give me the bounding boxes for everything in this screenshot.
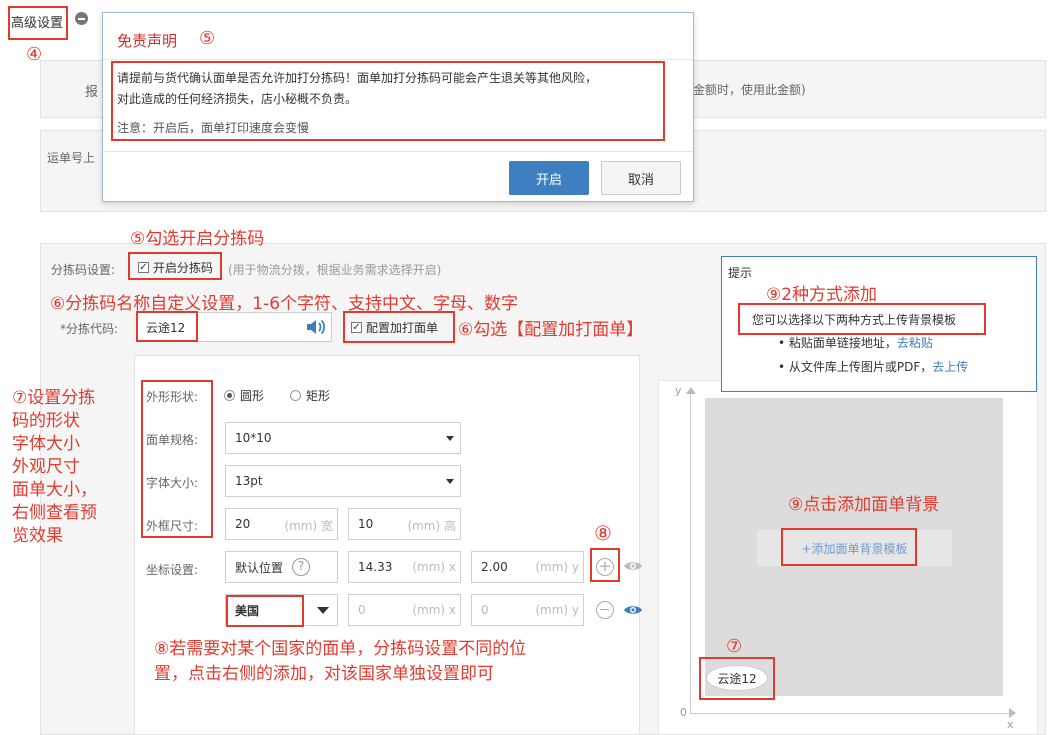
- shape-rect-label: 矩形: [306, 389, 331, 403]
- bullet: •: [778, 360, 789, 374]
- country-x-unit: (mm) x: [412, 603, 456, 617]
- annot-line: 览效果: [12, 526, 63, 546]
- size-select[interactable]: 10*10: [225, 422, 461, 454]
- chevron-down-icon: [446, 479, 454, 484]
- coord-y-unit: (mm) y: [535, 560, 579, 574]
- annot-a7-left: ⑦设置分拣 码的形状 字体大小 外观尺寸 面单大小， 右侧查看预 览效果: [12, 387, 97, 548]
- x-axis-arrow: [1009, 708, 1016, 718]
- coord-label: 坐标设置:: [146, 563, 199, 577]
- enable-button[interactable]: 开启: [509, 161, 589, 195]
- font-select[interactable]: 13pt: [225, 465, 461, 497]
- tip-item2-text: 从文件库上传图片或PDF，: [788, 360, 933, 374]
- annot-box-code: [136, 311, 198, 342]
- frame-width-unit: (mm) 宽: [284, 519, 333, 533]
- dialog-footer-divider: [103, 151, 693, 152]
- question-circle-icon[interactable]: ?: [292, 558, 310, 576]
- annot-line: 码的形状: [12, 411, 80, 431]
- annot-line: ⑦设置分拣: [12, 388, 96, 408]
- dialog-title: 免责声明: [117, 32, 178, 50]
- country-x-value: 0: [358, 603, 366, 617]
- preview-origin-label: 0: [680, 706, 687, 719]
- country-y-input[interactable]: 0 (mm) y: [471, 594, 584, 626]
- preview-y-label: y: [675, 384, 682, 397]
- annot-a9-methods: ⑨2种方式添加: [766, 285, 878, 305]
- coord-x-input[interactable]: 14.33 (mm) x: [348, 551, 461, 583]
- shape-option-rect[interactable]: 矩形: [290, 387, 330, 404]
- shape-option-circle[interactable]: 圆形: [224, 387, 264, 404]
- annot-a7-preview: ⑦: [726, 636, 743, 657]
- bg-row1-tail: 金额时，使用此金额): [693, 83, 806, 97]
- country-y-value: 0: [481, 603, 489, 617]
- annot-a9-click: ⑨点击添加面单背景: [788, 495, 940, 515]
- annot-line: 字体大小: [12, 434, 80, 454]
- x-axis-line: [690, 713, 1015, 714]
- bullet: •: [778, 336, 789, 350]
- annot-box-badge: [699, 657, 775, 700]
- annot-line: 右侧查看预: [12, 503, 97, 523]
- speaker-icon[interactable]: [305, 317, 327, 337]
- chevron-down-icon: [317, 607, 329, 614]
- minus-circle-icon[interactable]: [596, 601, 614, 619]
- default-position-field: 默认位置 ?: [225, 551, 338, 583]
- annot-a5-check: ⑤勾选开启分拣码: [130, 229, 265, 249]
- y-axis-arrow: [686, 387, 696, 394]
- upload-link[interactable]: 去上传: [932, 360, 968, 374]
- tip-item-paste: • 粘贴面单链接地址，去粘贴: [778, 334, 933, 351]
- enable-sortcode-hint: (用于物流分拨，根据业务需求选择开启): [228, 263, 442, 277]
- frame-height-input[interactable]: 10 (mm) 高: [348, 508, 461, 540]
- annot-a6-config: ⑥勾选【配置加打面单】: [458, 320, 644, 340]
- sortcode-code-label: *分拣代码:: [60, 322, 119, 336]
- annot-box-title: [8, 6, 68, 40]
- annot-a8-text-1: ⑧若需要对某个国家的面单，分拣码设置不同的位: [154, 639, 527, 659]
- annot-box-addbg: [781, 528, 917, 566]
- country-x-input[interactable]: 0 (mm) x: [348, 594, 461, 626]
- dialog-divider: [103, 59, 693, 60]
- annot-box-country: [226, 595, 304, 627]
- coord-x-value: 14.33: [358, 560, 393, 574]
- coord-y-value: 2.00: [481, 560, 508, 574]
- tip-title: 提示: [728, 266, 753, 280]
- frame-height-value: 10: [358, 517, 374, 531]
- preview-x-label: x: [1007, 718, 1014, 731]
- eye-icon[interactable]: [623, 559, 643, 577]
- frame-width-input[interactable]: 20 (mm) 宽: [225, 508, 338, 540]
- coord-x-unit: (mm) x: [412, 560, 456, 574]
- shape-circle-label: 圆形: [240, 389, 265, 403]
- sortcode-settings-label: 分拣码设置:: [51, 263, 116, 277]
- annot-step5: ⑤: [199, 28, 216, 49]
- bg-row1-label: 报: [85, 85, 99, 100]
- coord-y-input[interactable]: 2.00 (mm) y: [471, 551, 584, 583]
- annot-box-config: [343, 311, 455, 343]
- y-axis-line: [690, 394, 691, 714]
- size-select-value: 10*10: [235, 431, 272, 445]
- annot-line: 面单大小，: [12, 480, 97, 500]
- country-y-unit: (mm) y: [535, 603, 579, 617]
- eye-icon[interactable]: [623, 603, 643, 621]
- annot-box-enable: [128, 252, 222, 280]
- frame-width-value: 20: [235, 517, 251, 531]
- tip-item1-text: 粘贴面单链接地址，: [788, 336, 897, 350]
- radio-circle: [224, 390, 235, 401]
- annot-box-tip: [738, 303, 986, 335]
- disclaimer-dialog: 免责声明 ⑤ 请提前与货代确认面单是否允许加打分拣码！面单加打分拣码可能会产生退…: [102, 12, 694, 202]
- cancel-button-label: 取消: [627, 172, 654, 188]
- cancel-button[interactable]: 取消: [601, 161, 681, 195]
- default-position-text: 默认位置: [235, 560, 284, 575]
- frame-height-unit: (mm) 高: [407, 519, 456, 533]
- annot-a8-num: ⑧: [594, 521, 612, 545]
- minus-circle-icon[interactable]: [75, 12, 88, 25]
- radio-rect: [290, 390, 301, 401]
- annot-a8-text-2: 置，点击右侧的添加，对该国家单独设置即可: [154, 664, 494, 684]
- paste-link[interactable]: 去粘贴: [897, 336, 933, 350]
- annot-box-labels: [141, 380, 213, 538]
- tip-item-upload: • 从文件库上传图片或PDF，去上传: [778, 358, 968, 375]
- annot-box-dialog: [111, 61, 665, 141]
- bg-row2-label: 运单号上: [47, 151, 96, 165]
- enable-button-label: 开启: [535, 172, 562, 188]
- font-select-value: 13pt: [235, 474, 263, 488]
- annot-line: 外观尺寸: [12, 457, 80, 477]
- annot-box-add: [590, 548, 620, 582]
- chevron-down-icon: [446, 436, 454, 441]
